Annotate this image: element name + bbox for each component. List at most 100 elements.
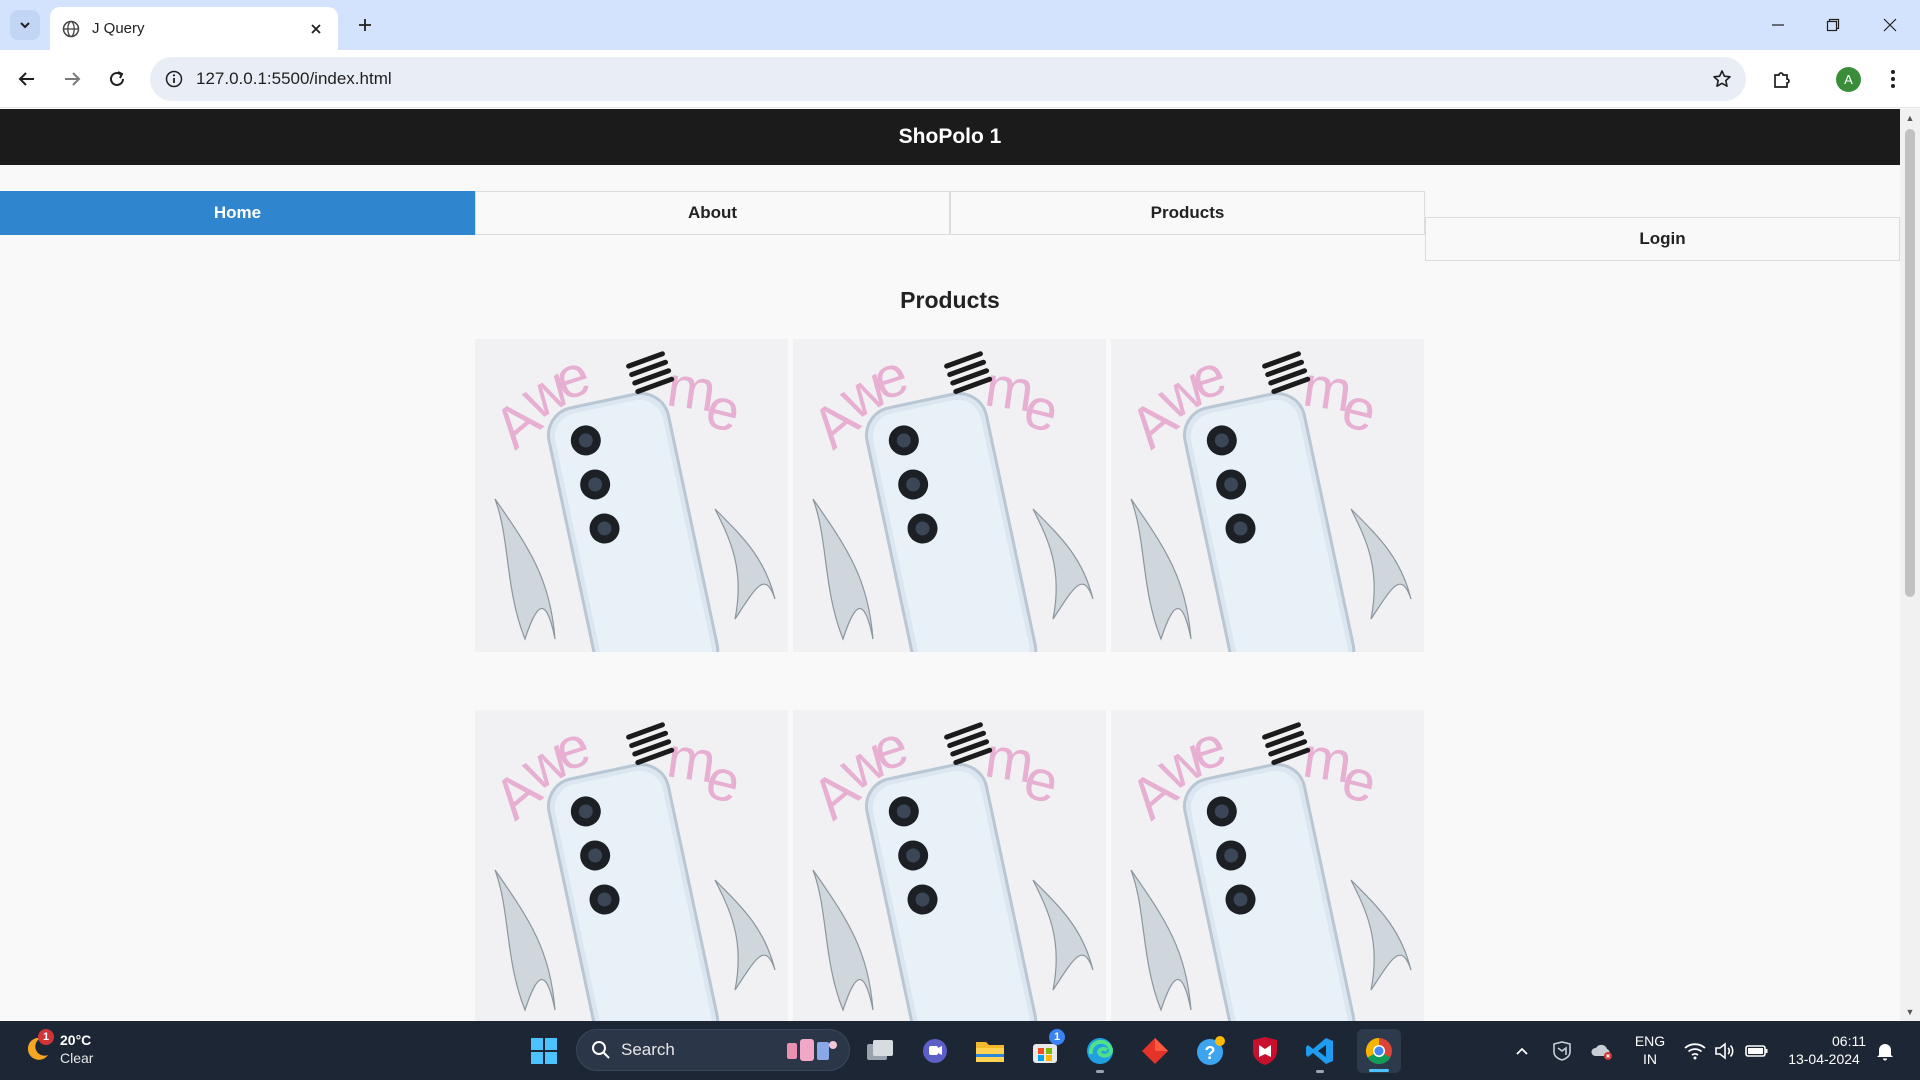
vscode-button[interactable] (1302, 1033, 1338, 1073)
windows-logo-icon (531, 1038, 557, 1064)
input-language[interactable]: ENG IN (1632, 1032, 1668, 1068)
extensions-button[interactable] (1766, 63, 1798, 95)
search-icon (592, 1041, 610, 1059)
close-window-button[interactable] (1868, 8, 1912, 42)
wifi-icon[interactable] (1680, 1033, 1710, 1069)
clock-time: 06:11 (1832, 1033, 1866, 1049)
chevron-down-icon (20, 22, 30, 29)
minimize-button[interactable] (1756, 8, 1800, 42)
weather-widget[interactable]: 1 20°C Clear (22, 1029, 94, 1067)
folder-icon (976, 1042, 1004, 1062)
arrow-left-icon (18, 72, 34, 86)
vscode-icon (1306, 1038, 1333, 1064)
shield-icon (1253, 1037, 1277, 1065)
product-image: Awe me (475, 339, 788, 652)
chrome-icon (1365, 1037, 1392, 1065)
file-explorer-button[interactable] (972, 1033, 1008, 1069)
product-image: Awe me (793, 710, 1106, 1021)
product-card[interactable]: Aweme (1111, 339, 1424, 652)
profile-avatar[interactable]: A (1836, 67, 1861, 92)
reload-icon (110, 71, 124, 86)
tab-search-button[interactable] (10, 10, 40, 40)
onedrive-error-icon[interactable] (1584, 1033, 1620, 1069)
chevron-up-icon (1516, 1047, 1528, 1055)
scroll-up-arrow-icon[interactable]: ▲ (1905, 113, 1915, 123)
windows-start-button[interactable] (526, 1033, 562, 1069)
scroll-down-arrow-icon[interactable]: ▼ (1905, 1007, 1915, 1017)
edge-browser-button[interactable] (1082, 1033, 1118, 1073)
browser-tab-strip: J Query (0, 0, 1920, 50)
url-text: 127.0.0.1:5500/index.html (196, 69, 392, 88)
bookmark-star-icon[interactable] (1704, 61, 1740, 97)
product-image: Awe me (1111, 339, 1424, 652)
weather-badge: 1 (38, 1029, 54, 1045)
active-app-indicator (1369, 1069, 1389, 1072)
battery-icon[interactable] (1740, 1033, 1774, 1069)
weather-temperature: 20°C (60, 1032, 92, 1048)
address-bar[interactable]: 127.0.0.1:5500/index.html (150, 57, 1746, 101)
running-indicator (1096, 1070, 1104, 1073)
windows-taskbar: 1 20°C Clear Search 1 ? ENG IN 06:11 13-… (0, 1021, 1920, 1080)
reload-button[interactable] (101, 63, 133, 95)
teams-chat-button[interactable] (917, 1033, 953, 1069)
chat-icon (923, 1039, 947, 1063)
taskbar-search-placeholder: Search (621, 1040, 675, 1059)
help-icon: ? (1197, 1036, 1225, 1065)
store-badge: 1 (1049, 1029, 1065, 1045)
microsoft-store-button[interactable]: 1 (1027, 1029, 1065, 1069)
more-vertical-icon (1891, 70, 1895, 88)
globe-icon (62, 20, 80, 37)
browser-toolbar: 127.0.0.1:5500/index.html A (0, 50, 1920, 108)
help-app-button[interactable]: ? (1192, 1033, 1228, 1069)
site-header: ShoPolo 1 (0, 109, 1900, 165)
product-image: Awe me (793, 339, 1106, 652)
svg-text:?: ? (1205, 1043, 1216, 1063)
scrollbar-thumb[interactable] (1905, 129, 1915, 597)
browser-tab[interactable]: J Query (50, 7, 338, 50)
product-card[interactable]: Aweme (475, 339, 788, 652)
back-button[interactable] (11, 63, 43, 95)
restore-button[interactable] (1811, 8, 1855, 42)
mcafee-tray-icon[interactable] (1544, 1033, 1580, 1069)
app-diamond-button[interactable] (1137, 1033, 1173, 1069)
mcafee-button[interactable] (1247, 1033, 1283, 1069)
notification-bell-icon[interactable] (1868, 1033, 1902, 1069)
site-info-icon[interactable] (154, 57, 194, 101)
product-card[interactable]: Aweme (793, 339, 1106, 652)
running-indicator (1316, 1070, 1324, 1073)
clock[interactable]: 06:11 13-04-2024 (1782, 1032, 1866, 1068)
nav-products[interactable]: Products (950, 191, 1425, 235)
new-tab-button[interactable] (352, 12, 378, 38)
clock-date: 13-04-2024 (1788, 1051, 1860, 1067)
chrome-button[interactable] (1357, 1029, 1401, 1073)
page-viewport: ShoPolo 1 Home About Products Login Prod… (0, 109, 1900, 1021)
browser-menu-button[interactable] (1877, 63, 1909, 95)
task-view-button[interactable] (862, 1033, 898, 1069)
nav-home[interactable]: Home (0, 191, 475, 235)
product-card[interactable]: Aweme (1111, 710, 1424, 1021)
plus-icon (359, 19, 371, 31)
region-code: IN (1643, 1051, 1657, 1067)
close-tab-icon[interactable] (306, 19, 326, 39)
language-code: ENG (1634, 1033, 1666, 1049)
weather-condition: Clear (60, 1050, 94, 1066)
diamond-app-icon (1142, 1038, 1168, 1064)
page-scrollbar[interactable]: ▲ ▼ (1900, 109, 1920, 1021)
search-highlight-icon (787, 1039, 837, 1061)
forward-button[interactable] (56, 63, 88, 95)
close-icon (1883, 18, 1897, 32)
product-image: Awe me (475, 710, 788, 1021)
nav-about[interactable]: About (475, 191, 950, 235)
edge-icon (1087, 1038, 1114, 1064)
puzzle-icon (1774, 72, 1790, 88)
product-card[interactable]: Aweme (793, 710, 1106, 1021)
arrow-right-icon (65, 72, 81, 86)
site-brand: ShoPolo 1 (898, 125, 1002, 148)
product-card[interactable]: Aweme (475, 710, 788, 1021)
show-hidden-icons-button[interactable] (1504, 1033, 1540, 1069)
taskbar-search[interactable]: Search (576, 1029, 850, 1071)
product-image: Awe me (1111, 710, 1424, 1021)
tab-title: J Query (92, 20, 145, 37)
volume-icon[interactable] (1710, 1033, 1740, 1069)
nav-login[interactable]: Login (1425, 217, 1900, 261)
